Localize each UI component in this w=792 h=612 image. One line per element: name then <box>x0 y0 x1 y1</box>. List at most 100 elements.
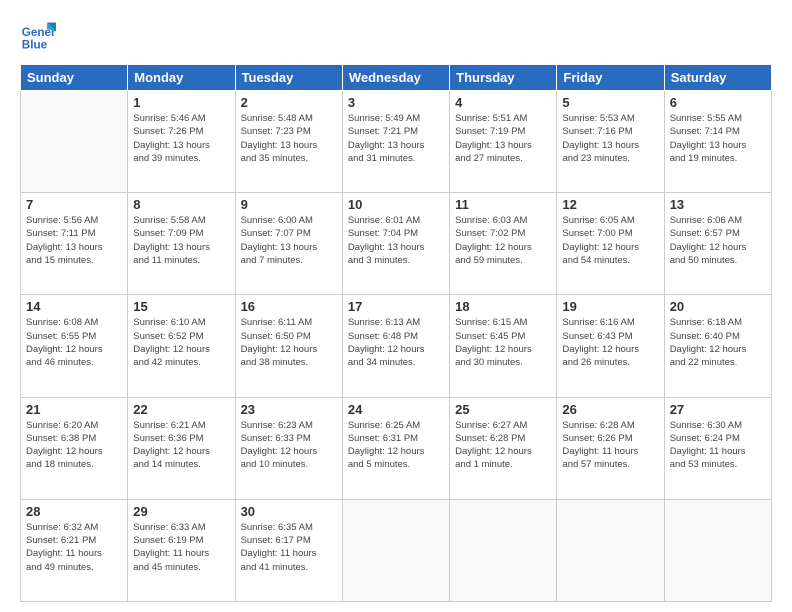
calendar-cell: 6 Sunrise: 5:55 AM Sunset: 7:14 PM Daylig… <box>664 91 771 193</box>
calendar-cell: 11 Sunrise: 6:03 AM Sunset: 7:02 PM Dayli… <box>450 193 557 295</box>
day-number: 24 <box>348 402 444 417</box>
day-info: Sunrise: 6:35 AM Sunset: 6:17 PM Dayligh… <box>241 521 337 574</box>
day-info: Sunrise: 6:08 AM Sunset: 6:55 PM Dayligh… <box>26 316 122 369</box>
calendar-cell: 22 Sunrise: 6:21 AM Sunset: 6:36 PM Dayli… <box>128 397 235 499</box>
weekday-saturday: Saturday <box>664 65 771 91</box>
day-number: 17 <box>348 299 444 314</box>
weekday-monday: Monday <box>128 65 235 91</box>
weekday-thursday: Thursday <box>450 65 557 91</box>
day-info: Sunrise: 6:21 AM Sunset: 6:36 PM Dayligh… <box>133 419 229 472</box>
day-number: 22 <box>133 402 229 417</box>
day-number: 25 <box>455 402 551 417</box>
day-number: 21 <box>26 402 122 417</box>
day-number: 15 <box>133 299 229 314</box>
day-number: 18 <box>455 299 551 314</box>
day-info: Sunrise: 6:32 AM Sunset: 6:21 PM Dayligh… <box>26 521 122 574</box>
calendar-cell: 25Sunrise: 6:27 AM Sunset: 6:28 PM Dayli… <box>450 397 557 499</box>
calendar-cell: 29 Sunrise: 6:33 AM Sunset: 6:19 PM Dayli… <box>128 499 235 601</box>
day-info: Sunrise: 6:00 AM Sunset: 7:07 PM Dayligh… <box>241 214 337 267</box>
day-number: 3 <box>348 95 444 110</box>
week-row-4: 21 Sunrise: 6:20 AM Sunset: 6:38 PM Dayli… <box>21 397 772 499</box>
day-info: Sunrise: 5:48 AM Sunset: 7:23 PM Dayligh… <box>241 112 337 165</box>
calendar-cell: 2 Sunrise: 5:48 AM Sunset: 7:23 PM Daylig… <box>235 91 342 193</box>
calendar-cell: 4Sunrise: 5:51 AM Sunset: 7:19 PM Daylig… <box>450 91 557 193</box>
day-info: Sunrise: 5:58 AM Sunset: 7:09 PM Dayligh… <box>133 214 229 267</box>
day-number: 30 <box>241 504 337 519</box>
day-info: Sunrise: 6:23 AM Sunset: 6:33 PM Dayligh… <box>241 419 337 472</box>
calendar-cell: 16Sunrise: 6:11 AM Sunset: 6:50 PM Dayli… <box>235 295 342 397</box>
calendar-cell: 7 Sunrise: 5:56 AM Sunset: 7:11 PM Daylig… <box>21 193 128 295</box>
calendar-cell: 30 Sunrise: 6:35 AM Sunset: 6:17 PM Dayli… <box>235 499 342 601</box>
day-info: Sunrise: 6:25 AM Sunset: 6:31 PM Dayligh… <box>348 419 444 472</box>
day-number: 8 <box>133 197 229 212</box>
day-info: Sunrise: 6:03 AM Sunset: 7:02 PM Dayligh… <box>455 214 551 267</box>
calendar-cell: 20 Sunrise: 6:18 AM Sunset: 6:40 PM Dayli… <box>664 295 771 397</box>
weekday-friday: Friday <box>557 65 664 91</box>
calendar-cell <box>664 499 771 601</box>
day-number: 29 <box>133 504 229 519</box>
day-number: 12 <box>562 197 658 212</box>
page: General Blue SundayMondayTuesdayWednesda… <box>0 0 792 612</box>
logo-icon: General Blue <box>20 18 56 54</box>
day-number: 6 <box>670 95 766 110</box>
day-number: 2 <box>241 95 337 110</box>
calendar-cell: 27 Sunrise: 6:30 AM Sunset: 6:24 PM Dayli… <box>664 397 771 499</box>
calendar-cell: 13 Sunrise: 6:06 AM Sunset: 6:57 PM Dayli… <box>664 193 771 295</box>
calendar-cell: 5 Sunrise: 5:53 AM Sunset: 7:16 PM Daylig… <box>557 91 664 193</box>
calendar-cell: 21 Sunrise: 6:20 AM Sunset: 6:38 PM Dayli… <box>21 397 128 499</box>
calendar-cell <box>450 499 557 601</box>
day-number: 11 <box>455 197 551 212</box>
calendar-cell <box>21 91 128 193</box>
day-number: 9 <box>241 197 337 212</box>
day-info: Sunrise: 6:16 AM Sunset: 6:43 PM Dayligh… <box>562 316 658 369</box>
day-info: Sunrise: 6:01 AM Sunset: 7:04 PM Dayligh… <box>348 214 444 267</box>
day-info: Sunrise: 6:30 AM Sunset: 6:24 PM Dayligh… <box>670 419 766 472</box>
day-info: Sunrise: 6:18 AM Sunset: 6:40 PM Dayligh… <box>670 316 766 369</box>
calendar-table: SundayMondayTuesdayWednesdayThursdayFrid… <box>20 64 772 602</box>
day-number: 7 <box>26 197 122 212</box>
calendar-cell: 23 Sunrise: 6:23 AM Sunset: 6:33 PM Dayli… <box>235 397 342 499</box>
week-row-2: 7 Sunrise: 5:56 AM Sunset: 7:11 PM Daylig… <box>21 193 772 295</box>
svg-text:Blue: Blue <box>22 39 48 52</box>
day-number: 16 <box>241 299 337 314</box>
day-info: Sunrise: 5:51 AM Sunset: 7:19 PM Dayligh… <box>455 112 551 165</box>
calendar-cell: 17 Sunrise: 6:13 AM Sunset: 6:48 PM Dayli… <box>342 295 449 397</box>
day-info: Sunrise: 5:55 AM Sunset: 7:14 PM Dayligh… <box>670 112 766 165</box>
calendar-cell: 8 Sunrise: 5:58 AM Sunset: 7:09 PM Daylig… <box>128 193 235 295</box>
calendar-cell: 9 Sunrise: 6:00 AM Sunset: 7:07 PM Daylig… <box>235 193 342 295</box>
day-info: Sunrise: 5:56 AM Sunset: 7:11 PM Dayligh… <box>26 214 122 267</box>
day-info: Sunrise: 5:53 AM Sunset: 7:16 PM Dayligh… <box>562 112 658 165</box>
day-number: 14 <box>26 299 122 314</box>
weekday-header-row: SundayMondayTuesdayWednesdayThursdayFrid… <box>21 65 772 91</box>
day-number: 20 <box>670 299 766 314</box>
day-info: Sunrise: 6:05 AM Sunset: 7:00 PM Dayligh… <box>562 214 658 267</box>
calendar-cell <box>342 499 449 601</box>
day-number: 28 <box>26 504 122 519</box>
day-number: 13 <box>670 197 766 212</box>
week-row-1: 1 Sunrise: 5:46 AM Sunset: 7:26 PM Daylig… <box>21 91 772 193</box>
header: General Blue <box>20 18 772 54</box>
day-number: 1 <box>133 95 229 110</box>
calendar-cell: 12 Sunrise: 6:05 AM Sunset: 7:00 PM Dayli… <box>557 193 664 295</box>
weekday-tuesday: Tuesday <box>235 65 342 91</box>
day-info: Sunrise: 6:13 AM Sunset: 6:48 PM Dayligh… <box>348 316 444 369</box>
week-row-3: 14 Sunrise: 6:08 AM Sunset: 6:55 PM Dayli… <box>21 295 772 397</box>
calendar-cell: 3 Sunrise: 5:49 AM Sunset: 7:21 PM Daylig… <box>342 91 449 193</box>
calendar-cell: 19Sunrise: 6:16 AM Sunset: 6:43 PM Dayli… <box>557 295 664 397</box>
calendar-cell: 14 Sunrise: 6:08 AM Sunset: 6:55 PM Dayli… <box>21 295 128 397</box>
day-info: Sunrise: 6:33 AM Sunset: 6:19 PM Dayligh… <box>133 521 229 574</box>
calendar-cell: 15Sunrise: 6:10 AM Sunset: 6:52 PM Dayli… <box>128 295 235 397</box>
calendar-cell: 28 Sunrise: 6:32 AM Sunset: 6:21 PM Dayli… <box>21 499 128 601</box>
day-info: Sunrise: 6:28 AM Sunset: 6:26 PM Dayligh… <box>562 419 658 472</box>
day-number: 5 <box>562 95 658 110</box>
day-info: Sunrise: 6:20 AM Sunset: 6:38 PM Dayligh… <box>26 419 122 472</box>
calendar-cell: 1 Sunrise: 5:46 AM Sunset: 7:26 PM Daylig… <box>128 91 235 193</box>
day-info: Sunrise: 6:06 AM Sunset: 6:57 PM Dayligh… <box>670 214 766 267</box>
day-number: 27 <box>670 402 766 417</box>
day-number: 10 <box>348 197 444 212</box>
weekday-sunday: Sunday <box>21 65 128 91</box>
day-info: Sunrise: 5:49 AM Sunset: 7:21 PM Dayligh… <box>348 112 444 165</box>
calendar-cell <box>557 499 664 601</box>
day-info: Sunrise: 5:46 AM Sunset: 7:26 PM Dayligh… <box>133 112 229 165</box>
day-number: 23 <box>241 402 337 417</box>
